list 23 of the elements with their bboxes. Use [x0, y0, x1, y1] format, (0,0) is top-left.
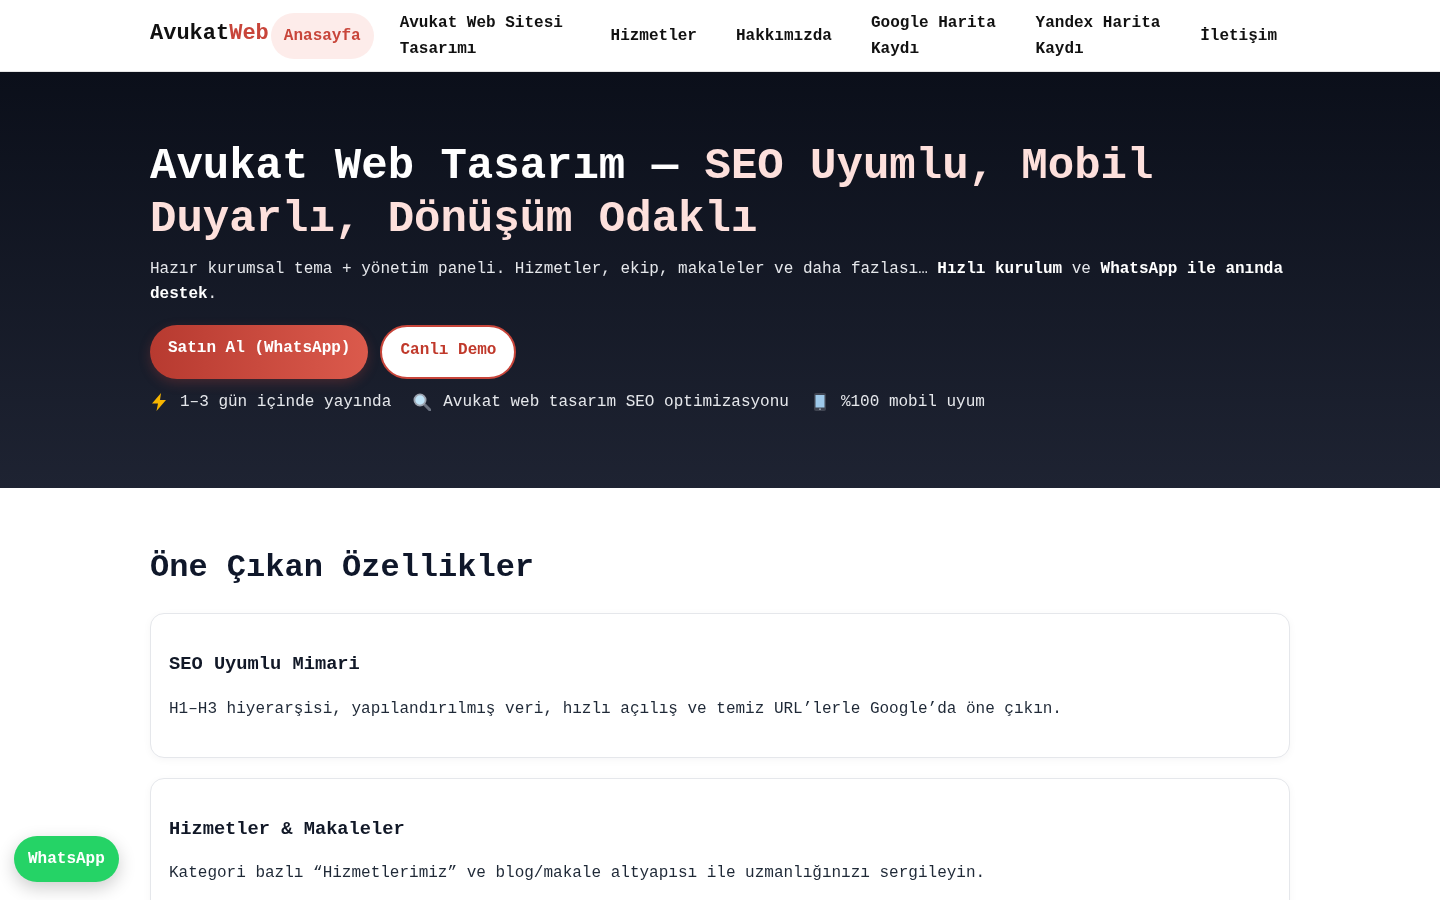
highlight-text: Avukat web tasarım SEO optimizasyonu: [443, 392, 789, 413]
feature-title: Hizmetler & Makaleler: [169, 816, 406, 842]
nav-link[interactable]: Yandex Harita Kaydı: [1022, 0, 1175, 72]
nav-link[interactable]: Hakkımızda: [722, 13, 845, 59]
lightning-icon: [150, 393, 168, 411]
buy-button[interactable]: Satın Al (WhatsApp): [150, 325, 369, 379]
nav-link[interactable]: Hizmetler: [597, 13, 710, 59]
nav-link[interactable]: Anasayfa: [270, 13, 374, 59]
hero-description: Hazır kurumsal tema + yönetim paneli. Hizmetler, ekip, makaleler ve daha fazlası… Hızlı kurulum ve WhatsApp ile anında destek.: [150, 259, 1284, 305]
highlight-text: %100 mobil uyum: [840, 392, 985, 413]
feature-description: H1–H3 hiyerarşisi, yapılandırılmış veri, hızlı açılış ve temiz URL’lerle Google’da öne çıkın.: [169, 698, 1063, 720]
logo[interactable]: AvukatWeb: [150, 21, 269, 46]
hero-title: Avukat Web Tasarım — SEO Uyumlu, Mobil Duyarlı, Dönüşüm Odaklı: [150, 140, 1155, 246]
feature-title: SEO Uyumlu Mimari: [169, 651, 361, 677]
phone-icon: [813, 393, 826, 411]
nav-link[interactable]: Google Harita Kaydı: [857, 0, 1010, 72]
nav-link[interactable]: Avukat Web Sitesi Tasarımı: [386, 0, 585, 72]
section-title: Öne Çıkan Özellikler: [150, 549, 536, 587]
demo-button[interactable]: Canlı Demo: [380, 325, 517, 379]
magnifier-icon: [413, 393, 432, 411]
feature-description: Kategori bazlı “Hizmetlerimiz” ve blog/makale altyapısı ile uzmanlığınızı sergileyin.: [169, 863, 987, 885]
nav-link[interactable]: İletişim: [1187, 13, 1290, 59]
highlight-text: 1–3 gün içinde yayında: [180, 392, 392, 413]
